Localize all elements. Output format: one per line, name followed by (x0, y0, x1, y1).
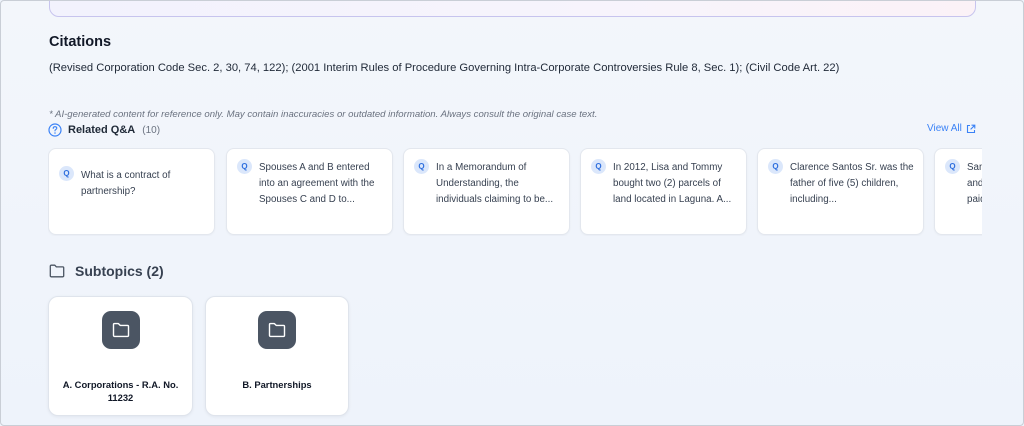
subtopic-card-partnerships[interactable]: B. Partnerships (205, 296, 349, 416)
subtopic-card-corporations[interactable]: A. Corporations - R.A. No. 11232 (48, 296, 193, 416)
qa-question: Spouses A and B entered into an agreemen… (259, 162, 375, 205)
subtopics-title: Subtopics (2) (75, 263, 164, 279)
view-all-link[interactable]: View All (927, 123, 976, 134)
ai-disclaimer: * AI-generated content for reference onl… (49, 109, 598, 120)
q-badge-icon: Q (591, 159, 606, 174)
q-badge-icon: Q (768, 159, 783, 174)
subtopics-header: Subtopics (2) (49, 263, 164, 279)
qa-question: In 2012, Lisa and Tommy bought two (2) p… (613, 162, 732, 205)
qa-card[interactable]: Q In 2012, Lisa and Tommy bought two (2)… (580, 148, 747, 235)
q-badge-icon: Q (237, 159, 252, 174)
related-qa-count: (10) (142, 124, 161, 136)
q-badge-icon: Q (945, 159, 960, 174)
citations-heading: Citations (49, 34, 112, 50)
qa-question: San and paid (967, 162, 982, 205)
related-qa-carousel[interactable]: Q What is a contract of partnership? Q S… (48, 148, 982, 236)
qa-question: What is a contract of partnership? (81, 170, 171, 197)
folder-tile (258, 311, 296, 349)
view-all-label: View All (927, 123, 962, 134)
citations-text: (Revised Corporation Code Sec. 2, 30, 74… (49, 62, 840, 74)
qa-card[interactable]: Q What is a contract of partnership? (48, 148, 215, 235)
subtopic-label: A. Corporations - R.A. No. 11232 (62, 379, 179, 403)
q-badge-icon: Q (59, 166, 74, 181)
folder-tile (102, 311, 140, 349)
qa-question: Clarence Santos Sr. was the father of fi… (790, 162, 914, 205)
related-qa-title: Related Q&A (68, 124, 136, 136)
qa-card[interactable]: Q San and paid (934, 148, 982, 235)
subtopic-label: B. Partnerships (242, 379, 312, 390)
qa-question: In a Memorandum of Understanding, the in… (436, 162, 554, 205)
folder-icon (49, 264, 65, 278)
qa-card[interactable]: Q Spouses A and B entered into an agreem… (226, 148, 393, 235)
folder-icon (268, 322, 286, 338)
summary-card-bottom-edge (49, 1, 976, 17)
qa-card[interactable]: Q In a Memorandum of Understanding, the … (403, 148, 570, 235)
question-circle-icon (48, 123, 62, 137)
q-badge-icon: Q (414, 159, 429, 174)
related-qa-header: Related Q&A (10) (48, 122, 160, 138)
folder-icon (112, 322, 130, 338)
page-frame: Citations (Revised Corporation Code Sec.… (0, 0, 1024, 426)
qa-card[interactable]: Q Clarence Santos Sr. was the father of … (757, 148, 924, 235)
external-link-icon (966, 124, 976, 134)
